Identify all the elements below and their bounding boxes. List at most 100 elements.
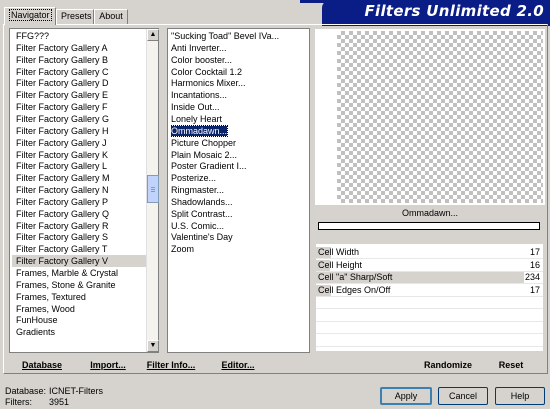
parameter-slider[interactable]: Cell "a" Sharp/Soft 234	[316, 272, 543, 284]
preview-canvas[interactable]	[337, 31, 543, 203]
help-button-label: Help	[510, 391, 530, 401]
reset-button[interactable]: Reset	[494, 358, 528, 372]
category-item-label: Filter Factory Gallery F	[16, 102, 108, 113]
category-scrollbar[interactable]: ▲ ▼	[146, 29, 159, 352]
filter-item[interactable]: Anti Inverter...	[171, 42, 307, 54]
category-item-label: Filter Factory Gallery M	[16, 173, 110, 184]
tab-about[interactable]: About	[94, 9, 128, 24]
scroll-thumb[interactable]	[147, 175, 159, 203]
category-item-label: Filter Factory Gallery Q	[16, 208, 110, 219]
category-item[interactable]: Frames, Marble & Crystal	[16, 267, 144, 279]
filter-item-label: Color Cocktail 1.2	[171, 66, 243, 77]
filter-item[interactable]: Harmonics Mixer...	[171, 77, 307, 89]
category-item[interactable]: Filter Factory Gallery F	[16, 101, 144, 113]
cancel-button[interactable]: Cancel	[438, 387, 488, 405]
filter-item[interactable]: Picture Chopper	[171, 137, 307, 149]
import-button[interactable]: Import...	[86, 358, 130, 372]
parameter-slider[interactable]: Cell Width 17	[316, 247, 543, 259]
parameter-sliders[interactable]: Cell Width 17 Cell Height 16 Cell "a" Sharp/…	[316, 244, 543, 351]
category-item-label: Frames, Marble & Crystal	[16, 268, 119, 278]
filter-item-label: Color booster...	[171, 54, 233, 65]
filter-item[interactable]: Poster Gradient I...	[171, 160, 307, 172]
category-item[interactable]: Filter Factory Gallery S	[16, 231, 144, 243]
category-item-label: Filter Factory Gallery G	[16, 113, 110, 124]
filter-item[interactable]: Color Cocktail 1.2	[171, 66, 307, 78]
help-button[interactable]: Help	[495, 387, 545, 405]
category-item-label: Frames, Textured	[16, 291, 86, 302]
filter-item[interactable]: U.S. Comic...	[171, 220, 307, 232]
filter-item[interactable]: Ommadawn...	[171, 124, 307, 137]
filter-item-label: Anti Inverter...	[171, 42, 227, 53]
filter-item[interactable]: Posterize...	[171, 172, 307, 184]
category-item[interactable]: Gradients	[16, 326, 144, 338]
filter-item-label: Ringmaster...	[171, 185, 225, 196]
filter-item[interactable]: Inside Out...	[171, 101, 307, 113]
parameter-slider[interactable]	[316, 322, 543, 334]
apply-button[interactable]: Apply	[380, 387, 432, 405]
filter-info-button-label: Filter Info...	[146, 360, 196, 370]
category-item-label: Gradients	[16, 327, 56, 338]
category-item[interactable]: Filter Factory Gallery B	[16, 54, 144, 66]
parameter-value: 234	[524, 272, 540, 282]
filter-item-label: "Sucking Toad" Bevel IVa...	[171, 31, 280, 41]
category-item[interactable]: Filter Factory Gallery R	[16, 220, 144, 232]
filter-item-label: U.S. Comic...	[171, 220, 225, 231]
filter-item-label: Picture Chopper	[171, 137, 237, 148]
category-item[interactable]: Frames, Wood	[16, 303, 144, 315]
filter-item[interactable]: Zoom	[171, 243, 307, 255]
category-item[interactable]: Frames, Textured	[16, 291, 144, 303]
filter-item[interactable]: "Sucking Toad" Bevel IVa...	[171, 30, 307, 42]
category-item[interactable]: FunHouse	[16, 314, 144, 326]
category-item[interactable]: Frames, Stone & Granite	[16, 279, 144, 291]
editor-button[interactable]: Editor...	[218, 358, 258, 372]
category-item[interactable]: Filter Factory Gallery A	[16, 42, 144, 54]
scroll-up-button[interactable]: ▲	[147, 29, 159, 41]
filter-item-label: Valentine's Day	[171, 232, 233, 243]
filter-item-label: Posterize...	[171, 173, 217, 184]
category-item-label: Filter Factory Gallery V	[16, 256, 109, 267]
category-item[interactable]: Filter Factory Gallery D	[16, 77, 144, 89]
filter-item[interactable]: Color booster...	[171, 54, 307, 66]
filter-item[interactable]: Split Contrast...	[171, 208, 307, 220]
filter-item[interactable]: Lonely Heart	[171, 113, 307, 125]
filter-info-button[interactable]: Filter Info...	[144, 358, 198, 372]
category-item[interactable]: Filter Factory Gallery G	[16, 113, 144, 125]
filter-item[interactable]: Ringmaster...	[171, 184, 307, 196]
filter-item[interactable]: Incantations...	[171, 89, 307, 101]
category-item-label: Frames, Wood	[16, 303, 75, 314]
category-item[interactable]: Filter Factory Gallery E	[16, 89, 144, 101]
category-item[interactable]: Filter Factory Gallery J	[16, 137, 144, 149]
category-item-label: Filter Factory Gallery E	[16, 90, 109, 101]
progress-bar	[318, 222, 540, 230]
randomize-button[interactable]: Randomize	[418, 358, 478, 372]
category-item[interactable]: Filter Factory Gallery P	[16, 196, 144, 208]
scroll-down-button[interactable]: ▼	[147, 340, 159, 352]
tab-navigator[interactable]: Navigator	[4, 7, 56, 25]
category-item-label: Frames, Stone & Granite	[16, 279, 116, 290]
category-item[interactable]: Filter Factory Gallery K	[16, 149, 144, 161]
category-list[interactable]: ▲ ▼ FFG??? Filter Factory Gallery A Filter…	[9, 28, 159, 353]
category-item[interactable]: Filter Factory Gallery V	[12, 255, 146, 268]
parameter-slider[interactable]	[316, 310, 543, 322]
database-button[interactable]: Database	[16, 358, 68, 372]
category-item[interactable]: Filter Factory Gallery C	[16, 66, 144, 78]
parameter-slider[interactable]	[316, 297, 543, 309]
parameter-slider[interactable]: Cell Height 16	[316, 259, 543, 272]
filter-item[interactable]: Shadowlands...	[171, 196, 307, 208]
editor-button-label: Editor...	[221, 360, 255, 370]
tab-presets[interactable]: Presets	[56, 9, 94, 24]
category-item[interactable]: FFG???	[16, 30, 144, 42]
category-item[interactable]: Filter Factory Gallery N	[16, 184, 144, 196]
category-item[interactable]: Filter Factory Gallery T	[16, 243, 144, 255]
parameter-slider[interactable]: Cell Edges On/Off 17	[316, 284, 543, 297]
filter-item-label: Harmonics Mixer...	[171, 78, 246, 89]
parameter-label: Cell "a" Sharp/Soft	[318, 272, 393, 282]
category-item[interactable]: Filter Factory Gallery L	[16, 160, 144, 172]
category-item[interactable]: Filter Factory Gallery H	[16, 125, 144, 137]
category-item[interactable]: Filter Factory Gallery Q	[16, 208, 144, 220]
filter-item[interactable]: Valentine's Day	[171, 231, 307, 243]
filter-item[interactable]: Plain Mosaic 2...	[171, 149, 307, 161]
parameter-slider[interactable]	[316, 335, 543, 347]
filter-list[interactable]: "Sucking Toad" Bevel IVa... Anti Inverter…	[167, 28, 310, 353]
category-item[interactable]: Filter Factory Gallery M	[16, 172, 144, 184]
